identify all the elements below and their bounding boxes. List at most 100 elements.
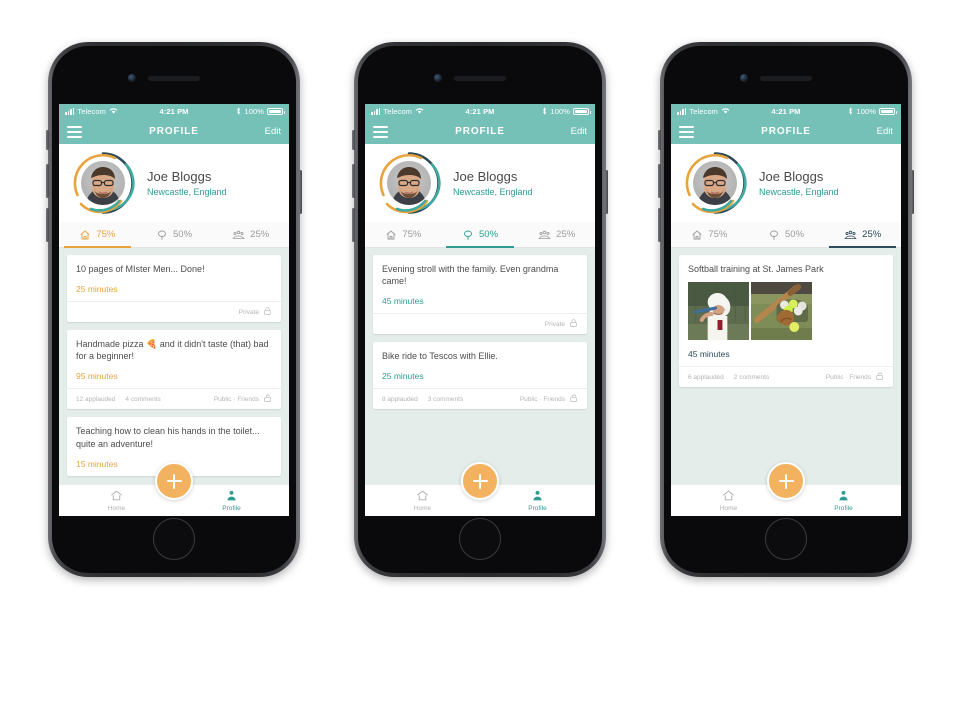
edit-button[interactable]: Edit — [571, 126, 587, 137]
comment-count[interactable]: 4 comments — [125, 396, 160, 403]
home-button[interactable] — [459, 518, 501, 560]
tab-home-value: 75% — [708, 229, 728, 240]
card-text: Evening stroll with the family. Even gra… — [382, 264, 559, 287]
status-bar: Telecom 4:21 PM 100% — [671, 104, 901, 119]
activity-card[interactable]: Handmade pizza 🍕 and it didn't taste (th… — [67, 330, 281, 410]
tree-icon — [156, 229, 168, 241]
bluetooth-icon — [848, 106, 853, 117]
tab-tree[interactable]: 50% — [136, 222, 213, 247]
power-button[interactable] — [605, 170, 608, 214]
profile-location: Newcastle, England — [147, 187, 227, 197]
card-meta: Private — [67, 301, 281, 322]
privacy-label: Public · Friends — [519, 395, 565, 403]
applaud-count[interactable]: 8 applauded — [382, 396, 418, 403]
card-body: Evening stroll with the family. Even gra… — [373, 255, 587, 313]
status-bar: Telecom 4:21 PM 100% — [365, 104, 595, 119]
earpiece-speaker — [454, 76, 506, 81]
nav-bar: PROFILE Edit — [59, 119, 289, 144]
category-tabs: 75% 50% 25% — [59, 222, 289, 248]
avatar[interactable] — [387, 161, 431, 205]
add-activity-fab[interactable] — [155, 462, 193, 500]
home-button[interactable] — [765, 518, 807, 560]
edit-button[interactable]: Edit — [877, 126, 893, 137]
card-duration: 45 minutes — [688, 349, 730, 360]
card-duration: 95 minutes — [76, 371, 118, 382]
activity-card[interactable]: 10 pages of MIster Men... Done! 25 minut… — [67, 255, 281, 323]
bottom-nav-home[interactable]: Home — [365, 489, 480, 512]
avatar[interactable] — [81, 161, 125, 205]
card-text: Teaching how to clean his hands in the t… — [76, 426, 260, 449]
silent-switch[interactable] — [352, 130, 355, 150]
tab-home[interactable]: 75% — [671, 222, 748, 247]
applaud-count[interactable]: 6 applauded — [688, 374, 724, 381]
person-icon — [531, 489, 544, 504]
phone-screen: Telecom 4:21 PM 100% PROFILE Edit Joe Bl… — [365, 104, 595, 516]
wifi-icon — [109, 107, 118, 116]
card-text: Handmade pizza 🍕 and it didn't taste (th… — [76, 339, 269, 362]
tab-home[interactable]: 75% — [365, 222, 442, 247]
lock-closed-icon[interactable] — [263, 306, 272, 318]
progress-rings — [377, 151, 441, 215]
edit-button[interactable]: Edit — [265, 126, 281, 137]
activity-card[interactable]: Softball training at St. James Park 45 m… — [679, 255, 893, 388]
activity-card[interactable]: Bike ride to Tescos with Ellie. 25 minut… — [373, 342, 587, 410]
volume-down-button[interactable] — [46, 208, 49, 242]
activity-card[interactable]: Evening stroll with the family. Even gra… — [373, 255, 587, 335]
home-button[interactable] — [153, 518, 195, 560]
tab-people[interactable]: 25% — [824, 222, 901, 248]
front-camera-icon — [434, 74, 442, 82]
card-duration: 45 minutes — [382, 296, 424, 307]
lock-open-icon[interactable] — [263, 393, 272, 405]
card-photos[interactable] — [688, 282, 812, 341]
tab-home[interactable]: 75% — [59, 222, 136, 248]
card-meta: Private — [373, 313, 587, 334]
add-activity-fab[interactable] — [767, 462, 805, 500]
tree-icon — [768, 229, 780, 241]
bottom-nav-profile[interactable]: Profile — [174, 489, 289, 512]
lock-closed-icon[interactable] — [569, 318, 578, 330]
battery-percent: 100% — [244, 107, 265, 116]
applaud-count[interactable]: 12 applauded — [76, 396, 115, 403]
bottom-nav-profile[interactable]: Profile — [480, 489, 595, 512]
page-title: PROFILE — [455, 126, 505, 137]
carrier-label: Telecom — [77, 107, 107, 116]
volume-up-button[interactable] — [352, 164, 355, 198]
person-icon — [225, 489, 238, 504]
tab-tree[interactable]: 50% — [442, 222, 519, 248]
volume-down-button[interactable] — [352, 208, 355, 242]
carrier-label: Telecom — [689, 107, 719, 116]
bottom-nav-profile[interactable]: Profile — [786, 489, 901, 512]
wifi-icon — [721, 107, 730, 116]
lock-open-icon[interactable] — [875, 371, 884, 383]
house-icon — [385, 229, 397, 241]
page-title: PROFILE — [761, 126, 811, 137]
battery-icon — [879, 108, 898, 115]
carrier-label: Telecom — [383, 107, 413, 116]
tab-tree[interactable]: 50% — [748, 222, 825, 247]
comment-count[interactable]: 3 comments — [428, 396, 463, 403]
lock-open-icon[interactable] — [569, 393, 578, 405]
silent-switch[interactable] — [658, 130, 661, 150]
volume-up-button[interactable] — [658, 164, 661, 198]
silent-switch[interactable] — [46, 130, 49, 150]
card-body: Bike ride to Tescos with Ellie. 25 minut… — [373, 342, 587, 388]
power-button[interactable] — [911, 170, 914, 214]
phone-screen: Telecom 4:21 PM 100% PROFILE Edit Joe Bl… — [671, 104, 901, 516]
avatar[interactable] — [693, 161, 737, 205]
volume-up-button[interactable] — [46, 164, 49, 198]
home-outline-icon — [722, 489, 735, 504]
bottom-nav-home-label: Home — [107, 505, 126, 512]
phone-mockups-stage: Telecom 4:21 PM 100% PROFILE Edit Joe Bl… — [0, 0, 960, 720]
tab-tree-value: 50% — [479, 229, 499, 240]
privacy-label: Private — [544, 320, 565, 328]
comment-count[interactable]: 2 comments — [734, 374, 769, 381]
phone-screen: Telecom 4:21 PM 100% PROFILE Edit Joe Bl… — [59, 104, 289, 516]
earpiece-speaker — [760, 76, 812, 81]
bottom-nav-home[interactable]: Home — [671, 489, 786, 512]
add-activity-fab[interactable] — [461, 462, 499, 500]
tab-people[interactable]: 25% — [212, 222, 289, 247]
volume-down-button[interactable] — [658, 208, 661, 242]
tab-people[interactable]: 25% — [518, 222, 595, 247]
bottom-nav-home[interactable]: Home — [59, 489, 174, 512]
power-button[interactable] — [299, 170, 302, 214]
